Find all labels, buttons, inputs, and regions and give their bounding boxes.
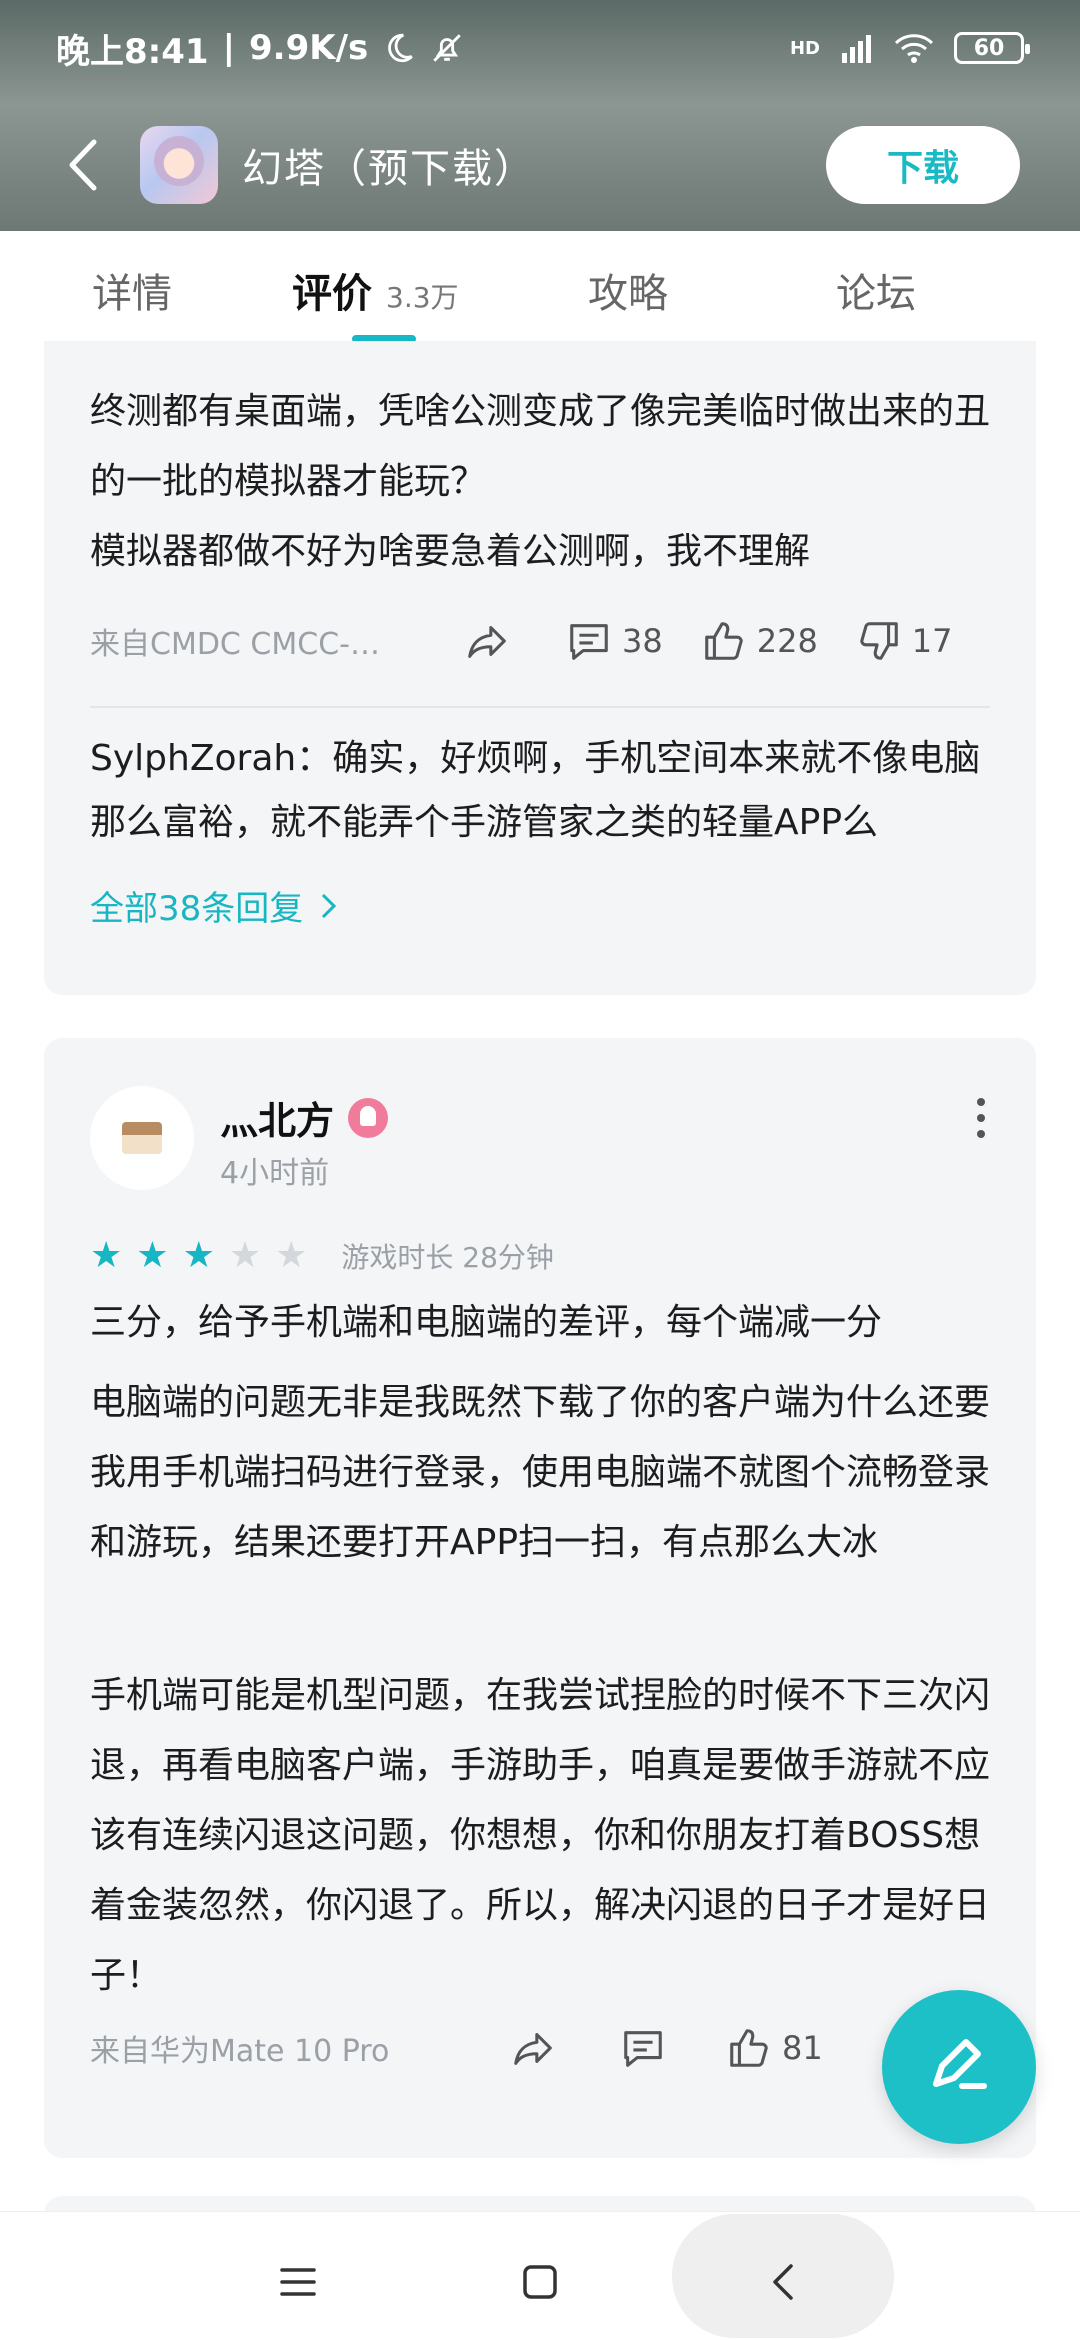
share-button[interactable] [464, 618, 510, 664]
tab-guides[interactable]: 攻略 [588, 261, 668, 319]
review-paragraph: 模拟器都做不好为啥要急着公测啊，我不理解 [90, 531, 811, 572]
comment-icon [570, 624, 608, 660]
hd-label: HD [789, 37, 820, 59]
write-review-button[interactable] [882, 1990, 1036, 2144]
star-filled-icon: ★ [136, 1235, 169, 1276]
share-icon [468, 626, 506, 658]
level-badge-icon [348, 1097, 389, 1138]
star-filled-icon: ★ [182, 1235, 215, 1276]
review-card: 灬北方 4小时前 ★ ★ ★ ★ ★ 游戏时长 28分钟 三分，给予手机端和电脑… [44, 1038, 1036, 2158]
thumbs-up-icon [704, 622, 743, 660]
dislike-button[interactable]: 17 [856, 618, 953, 664]
wifi-icon [894, 34, 934, 63]
system-back-button[interactable] [735, 2234, 831, 2330]
tab-bar: 详情 评价 3.3万 攻略 论坛 [0, 231, 1080, 343]
review-meta-row: 来自华为Mate 10 Pro 81 [90, 2018, 990, 2078]
like-button[interactable]: 228 [701, 618, 818, 664]
system-nav-bar [0, 2211, 1080, 2340]
menu-button[interactable] [250, 2234, 346, 2330]
review-paragraph: 终测都有桌面端，凭啥公测变成了像完美临时做出来的丑的一批的模拟器才能玩？ [90, 391, 991, 502]
comment-count: 38 [622, 622, 663, 660]
back-button[interactable] [60, 135, 106, 195]
home-button[interactable] [492, 2234, 588, 2330]
star-empty-icon: ★ [275, 1235, 308, 1276]
review-list[interactable]: 终测都有桌面端，凭啥公测变成了像完美临时做出来的丑的一批的模拟器才能玩？ 模拟器… [0, 341, 1080, 2211]
review-meta-row: 来自CMDC CMCC-… 38 228 17 [90, 611, 990, 671]
comment-button[interactable]: 38 [566, 618, 663, 664]
review-paragraph: 三分，给予手机端和电脑端的差评，每个端减一分 [90, 1302, 883, 1343]
pen-icon [933, 2039, 987, 2089]
like-count: 228 [756, 622, 818, 660]
review-count: 3.3万 [386, 281, 459, 314]
review-card [44, 2196, 1036, 2211]
chevron-left-icon [773, 2264, 793, 2300]
status-time: 晚上8:41 [56, 31, 209, 72]
tab-forum[interactable]: 论坛 [836, 261, 916, 319]
status-bar: 晚上8:41 | 9.9K/s HD 60 [0, 0, 1080, 96]
avatar[interactable] [90, 1086, 194, 1190]
tab-details[interactable]: 详情 [92, 261, 172, 319]
battery-indicator: 60 [954, 32, 1030, 64]
nav-row: 幻塔（预下载） 下载 [0, 110, 1080, 220]
download-button[interactable]: 下载 [826, 126, 1020, 204]
share-icon [514, 2033, 552, 2065]
moon-icon [388, 33, 414, 63]
app-header: 晚上8:41 | 9.9K/s HD 60 幻塔（预下载） 下载 [0, 0, 1080, 231]
signal-icon [842, 35, 871, 63]
dislike-count: 17 [911, 622, 953, 660]
review-paragraph: 手机端可能是机型问题，在我尝试捏脸的时候不下三次闪退，再看电脑客户端，手游助手，… [90, 1675, 991, 1996]
bell-off-icon [433, 34, 461, 62]
review-time: 4小时前 [220, 1156, 330, 1191]
app-icon[interactable] [140, 126, 218, 204]
comment-button[interactable] [620, 2025, 666, 2071]
menu-icon [280, 2268, 316, 2296]
status-separator: | [222, 28, 235, 68]
chevron-right-icon [322, 893, 337, 919]
username[interactable]: 灬北方 [220, 1090, 389, 1145]
tab-reviews[interactable]: 评价 3.3万 [292, 261, 459, 319]
more-options-icon[interactable] [976, 1098, 986, 1138]
chevron-left-icon [69, 139, 97, 191]
thumbs-down-icon [860, 622, 898, 660]
review-card: 终测都有桌面端，凭啥公测变成了像完美临时做出来的丑的一批的模拟器才能玩？ 模拟器… [44, 341, 1036, 995]
device-source: 来自华为Mate 10 Pro [90, 2034, 390, 2069]
divider [90, 706, 990, 708]
star-empty-icon: ★ [228, 1235, 262, 1276]
review-paragraph: 电脑端的问题无非是我既然下载了你的客户端为什么还要我用手机端扫码进行登录，使用电… [90, 1382, 991, 1563]
comment-icon [624, 2031, 662, 2067]
network-speed: 9.9K/s [249, 28, 369, 68]
like-count: 81 [782, 2029, 823, 2067]
share-button[interactable] [510, 2025, 556, 2071]
app-title: 幻塔（预下载） [242, 146, 536, 192]
star-filled-icon: ★ [90, 1235, 123, 1276]
rating-stars: ★ ★ ★ ★ ★ 游戏时长 28分钟 [90, 1236, 554, 1276]
device-source: 来自CMDC CMCC-… [90, 627, 380, 662]
playtime: 游戏时长 28分钟 [341, 1241, 554, 1274]
home-square-icon [523, 2265, 557, 2299]
all-replies-link[interactable]: 全部38条回复 [90, 881, 338, 930]
reply-preview[interactable]: SylphZorah：确实，好烦啊，手机空间本来就不像电脑那么富裕，就不能弄个手… [90, 727, 1000, 855]
like-button[interactable]: 81 [726, 2025, 823, 2071]
thumbs-up-icon [730, 2029, 768, 2067]
